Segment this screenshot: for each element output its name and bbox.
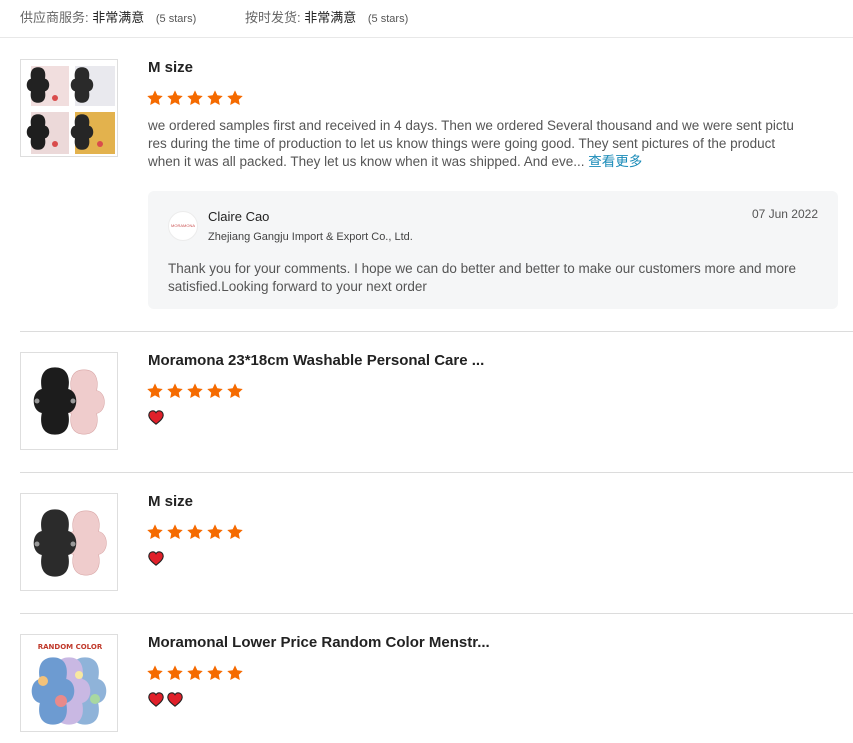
star-icon xyxy=(146,523,164,541)
star-icon xyxy=(226,89,244,107)
product-thumbnail[interactable] xyxy=(20,59,118,157)
star-icon xyxy=(166,664,184,682)
star-icon xyxy=(206,523,224,541)
star-icon xyxy=(206,89,224,107)
star-icon xyxy=(186,664,204,682)
star-rating xyxy=(146,664,244,682)
review-divider xyxy=(20,472,853,473)
heart-icon xyxy=(148,410,164,425)
star-icon xyxy=(226,382,244,400)
review-text: we ordered samples first and received in… xyxy=(148,117,803,171)
star-icon xyxy=(146,382,164,400)
heart-icon xyxy=(167,692,183,707)
star-icon xyxy=(206,382,224,400)
rating-stars-text: (5 stars) xyxy=(367,13,409,25)
heart-rating xyxy=(148,551,164,566)
star-icon xyxy=(146,664,164,682)
star-rating xyxy=(146,89,244,107)
star-icon xyxy=(166,523,184,541)
reply-company-name: Zhejiang Gangju Import & Export Co., Ltd… xyxy=(208,231,413,243)
star-icon xyxy=(186,382,204,400)
product-title[interactable]: Moramona 23*18cm Washable Personal Care … xyxy=(148,352,484,369)
rating-label: 供应商服务: xyxy=(20,10,89,25)
supplier-reply: MORAMONA Claire Cao Zhejiang Gangju Impo… xyxy=(148,191,838,309)
thumbnail-label: RANDOM COLOR xyxy=(38,643,103,651)
star-icon xyxy=(226,523,244,541)
rating-stars-text: (5 stars) xyxy=(155,13,197,25)
review-text-body: we ordered samples first and received in… xyxy=(148,118,794,169)
star-icon xyxy=(206,664,224,682)
product-thumbnail[interactable]: RANDOM COLOR xyxy=(20,634,118,732)
reply-author-name: Claire Cao xyxy=(208,209,270,224)
review-divider xyxy=(20,331,853,332)
review-item: M size we ordered samples first and rece… xyxy=(20,59,853,319)
heart-icon xyxy=(148,692,164,707)
star-rating xyxy=(146,523,244,541)
review-item: Moramona 23*18cm Washable Personal Care … xyxy=(20,352,853,452)
heart-icon xyxy=(148,551,164,566)
rating-value: 非常满意 xyxy=(92,10,145,25)
star-icon xyxy=(186,523,204,541)
avatar-text: MORAMONA xyxy=(171,223,195,228)
see-more-link[interactable]: 查看更多 xyxy=(588,154,642,169)
star-icon xyxy=(166,382,184,400)
heart-rating xyxy=(148,692,183,707)
product-thumbnail[interactable] xyxy=(20,493,118,591)
product-title[interactable]: M size xyxy=(148,59,193,76)
reply-text: Thank you for your comments. I hope we c… xyxy=(168,261,797,294)
product-thumbnail[interactable] xyxy=(20,352,118,450)
rating-label: 按时发货: xyxy=(245,10,301,25)
star-icon xyxy=(226,664,244,682)
star-icon xyxy=(186,89,204,107)
on-time-delivery-rating: 按时发货: 非常满意 (5 stars) xyxy=(245,7,408,26)
reply-date: 07 Jun 2022 xyxy=(751,207,818,221)
supplier-ratings-bar: 供应商服务: 非常满意 (5 stars) 按时发货: 非常满意 (5 star… xyxy=(0,0,853,38)
heart-rating xyxy=(148,410,164,425)
review-item: RANDOM COLOR Moramonal Lower Price Rando… xyxy=(20,634,853,734)
rating-value: 非常满意 xyxy=(304,10,357,25)
review-item: M size xyxy=(20,493,853,593)
review-divider xyxy=(20,613,853,614)
supplier-avatar: MORAMONA xyxy=(168,211,198,241)
product-title[interactable]: M size xyxy=(148,493,193,510)
star-rating xyxy=(146,382,244,400)
product-title[interactable]: Moramonal Lower Price Random Color Menst… xyxy=(148,634,490,651)
star-icon xyxy=(146,89,164,107)
supplier-service-rating: 供应商服务: 非常满意 (5 stars) xyxy=(20,7,196,26)
star-icon xyxy=(166,89,184,107)
